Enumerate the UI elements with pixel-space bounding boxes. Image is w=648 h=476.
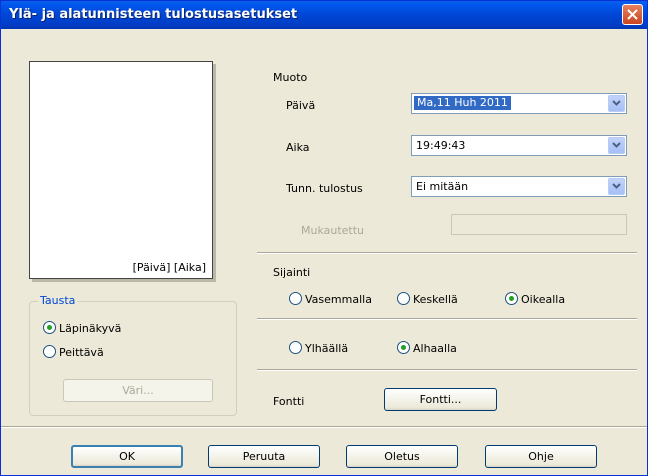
radio-unselected-icon [397, 292, 410, 305]
position-bottom-radio[interactable]: Alhaalla [397, 341, 457, 355]
position-center-label: Keskellä [413, 293, 458, 306]
date-value: Ma,11 Huh 2011 [414, 96, 511, 110]
background-opaque-radio[interactable]: Peittävä [43, 345, 104, 359]
time-label: Aika [286, 141, 310, 154]
id-print-value: Ei mitään [416, 180, 469, 193]
chevron-down-icon[interactable] [608, 178, 625, 195]
position-right-label: Oikealla [521, 293, 566, 306]
radio-selected-icon [397, 341, 410, 354]
radio-unselected-icon [289, 292, 302, 305]
position-bottom-label: Alhaalla [413, 342, 457, 355]
position-center-radio[interactable]: Keskellä [397, 292, 458, 306]
separator [257, 252, 637, 254]
cancel-button[interactable]: Peruuta [208, 445, 320, 468]
time-select[interactable]: 19:49:43 [411, 135, 627, 156]
footer-separator [1, 426, 647, 428]
radio-selected-icon [43, 321, 56, 334]
id-print-select[interactable]: Ei mitään [411, 176, 627, 197]
position-heading: Sijainti [273, 266, 311, 279]
background-transparent-label: Läpinäkyvä [59, 322, 122, 335]
position-top-label: Ylhäällä [305, 342, 349, 355]
custom-label: Mukautettu [301, 224, 365, 237]
close-button[interactable] [622, 4, 643, 25]
default-button[interactable]: Oletus [346, 445, 458, 468]
radio-unselected-icon [289, 341, 302, 354]
position-top-radio[interactable]: Ylhäällä [289, 341, 348, 355]
separator [257, 318, 637, 320]
position-left-label: Vasemmalla [305, 293, 372, 306]
chevron-down-icon[interactable] [608, 137, 625, 154]
background-transparent-radio[interactable]: Läpinäkyvä [43, 321, 121, 335]
window-title: Ylä- ja alatunnisteen tulostusasetukset [9, 7, 298, 22]
preview-text: [Päivä] [Aika] [132, 261, 206, 274]
color-button[interactable]: Väri... [63, 379, 213, 402]
font-button[interactable]: Fontti... [384, 388, 497, 411]
position-right-radio[interactable]: Oikealla [505, 292, 565, 306]
radio-unselected-icon [43, 345, 56, 358]
id-print-label: Tunn. tulostus [286, 182, 363, 195]
title-bar: Ylä- ja alatunnisteen tulostusasetukset [1, 1, 647, 29]
position-left-radio[interactable]: Vasemmalla [289, 292, 372, 306]
background-opaque-label: Peittävä [59, 346, 104, 359]
font-label: Fontti [273, 395, 305, 408]
chevron-down-icon[interactable] [608, 95, 625, 112]
separator [257, 369, 637, 371]
format-heading: Muoto [273, 71, 308, 84]
custom-input[interactable] [451, 214, 627, 235]
radio-selected-icon [505, 292, 518, 305]
ok-button[interactable]: OK [71, 445, 183, 468]
help-button[interactable]: Ohje [485, 445, 597, 468]
date-select[interactable]: Ma,11 Huh 2011 [411, 93, 627, 114]
dialog-window: Ylä- ja alatunnisteen tulostusasetukset … [0, 0, 648, 476]
date-label: Päivä [286, 99, 316, 112]
page-preview: [Päivä] [Aika] [29, 61, 213, 279]
time-value: 19:49:43 [416, 139, 466, 152]
background-legend: Tausta [38, 294, 78, 307]
